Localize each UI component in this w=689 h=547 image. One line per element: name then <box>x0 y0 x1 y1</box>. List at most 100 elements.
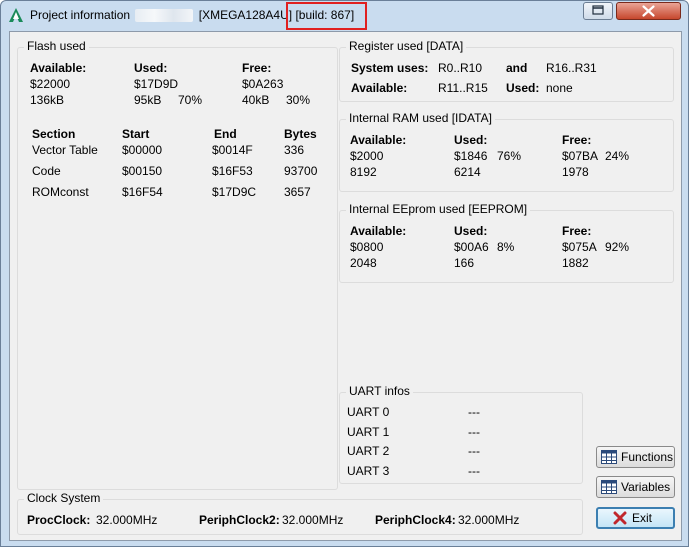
section-row-end: $16F53 <box>212 164 253 178</box>
system-uses-label: System uses: <box>351 61 429 75</box>
ram-available-hex: $2000 <box>350 149 384 163</box>
periph-clock4-value: 32.000MHz <box>458 513 520 527</box>
section-row-bytes: 336 <box>284 143 305 157</box>
functions-button[interactable]: Functions <box>596 446 675 468</box>
uart-infos-group: UART infos UART 0 --- UART 1 --- UART 2 … <box>339 384 583 484</box>
register-used-value: none <box>546 81 573 95</box>
section-row-start: $00000 <box>122 143 163 157</box>
ram-available-label: Available: <box>350 133 407 147</box>
proc-clock-label: ProcClock: <box>27 513 91 527</box>
flash-free-hex: $0A263 <box>242 77 284 91</box>
register-used-group: Register used [DATA] System uses: R0..R1… <box>339 39 674 102</box>
ram-free-hex: $07BA <box>562 149 599 163</box>
title-bar[interactable]: Project information [XMEGA128A4U] [build… <box>1 1 688 30</box>
uart-value: --- <box>468 425 480 439</box>
title-prefix: Project information <box>30 8 131 22</box>
section-row-end: $0014F <box>212 143 253 157</box>
periph-clock2-value: 32.000MHz <box>282 513 344 527</box>
flash-free-percent: 30% <box>286 93 311 107</box>
app-logo-icon <box>9 8 23 22</box>
ram-used-percent: 76% <box>497 149 522 163</box>
flash-used-kb: 95kB <box>134 93 162 107</box>
restore-icon <box>592 5 604 15</box>
flash-used-label: Used: <box>134 61 168 75</box>
eeprom-free-hex: $075A <box>562 240 597 254</box>
eeprom-available-label: Available: <box>350 224 407 238</box>
ram-available-dec: 8192 <box>350 165 377 179</box>
section-row-name: ROMconst <box>32 185 89 199</box>
section-header-section: Section <box>32 127 76 141</box>
clock-system-group: Clock System ProcClock: 32.000MHz Periph… <box>17 491 583 535</box>
eeprom-free-percent: 92% <box>605 240 630 254</box>
eeprom-used-hex: $00A6 <box>454 240 489 254</box>
section-header-bytes: Bytes <box>284 127 317 141</box>
ram-used-dec: 6214 <box>454 165 481 179</box>
uart-name: UART 0 <box>347 405 390 419</box>
uart-name: UART 3 <box>347 464 390 478</box>
system-uses-from: R0..R10 <box>438 61 483 75</box>
close-button[interactable] <box>616 2 681 20</box>
internal-ram-title: Internal RAM used [IDATA] <box>346 111 495 125</box>
section-header-start: Start <box>122 127 150 141</box>
register-used-title: Register used [DATA] <box>346 39 467 53</box>
build-highlight-box <box>286 2 367 30</box>
periph-clock4-label: PeriphClock4: <box>375 513 456 527</box>
variables-button[interactable]: Variables <box>596 476 675 498</box>
title-device: [XMEGA128A4U] <box>198 8 293 22</box>
uart-value: --- <box>468 405 480 419</box>
flash-used-percent: 70% <box>178 93 203 107</box>
and-label: and <box>506 61 528 75</box>
flash-free-label: Free: <box>242 61 272 75</box>
internal-eeprom-title: Internal EEprom used [EEPROM] <box>346 202 531 216</box>
eeprom-used-label: Used: <box>454 224 488 238</box>
flash-available-label: Available: <box>30 61 87 75</box>
eeprom-used-percent: 8% <box>497 240 515 254</box>
eeprom-free-dec: 1882 <box>562 256 589 270</box>
ram-used-hex: $1846 <box>454 149 488 163</box>
flash-used-group: Flash used Available: Used: Free: $22000… <box>17 39 338 490</box>
internal-ram-group: Internal RAM used [IDATA] Available: Use… <box>339 111 674 192</box>
exit-button[interactable]: Exit <box>596 507 675 529</box>
uart-infos-title: UART infos <box>346 384 413 398</box>
eeprom-available-dec: 2048 <box>350 256 377 270</box>
flash-used-title: Flash used <box>24 39 89 53</box>
section-row-start: $16F54 <box>122 185 163 199</box>
ram-free-label: Free: <box>562 133 592 147</box>
client-area: Flash used Available: Used: Free: $22000… <box>9 31 682 541</box>
eeprom-free-label: Free: <box>562 224 592 238</box>
section-row-bytes: 93700 <box>284 164 318 178</box>
close-icon <box>642 5 655 17</box>
ram-used-label: Used: <box>454 133 488 147</box>
flash-available-hex: $22000 <box>30 77 71 91</box>
section-row-start: $00150 <box>122 164 163 178</box>
section-header-end: End <box>214 127 237 141</box>
functions-button-label: Functions <box>621 450 674 464</box>
eeprom-used-dec: 166 <box>454 256 475 270</box>
uart-value: --- <box>468 464 480 478</box>
system-uses-to: R16..R31 <box>546 61 597 75</box>
section-row-name: Code <box>32 164 61 178</box>
uart-value: --- <box>468 444 480 458</box>
section-row-name: Vector Table <box>32 143 98 157</box>
eeprom-available-hex: $0800 <box>350 240 384 254</box>
periph-clock2-label: PeriphClock2: <box>199 513 280 527</box>
table-grid-icon <box>601 480 617 494</box>
restore-button[interactable] <box>583 2 613 20</box>
uart-name: UART 2 <box>347 444 390 458</box>
exit-x-icon <box>613 511 627 525</box>
flash-used-hex: $17D9D <box>134 77 179 91</box>
register-available-value: R11..R15 <box>438 81 488 95</box>
register-available-label: Available: <box>351 81 408 95</box>
flash-free-kb: 40kB <box>242 93 270 107</box>
clock-system-title: Clock System <box>24 491 104 505</box>
title-redacted <box>135 9 194 23</box>
variables-button-label: Variables <box>621 480 671 494</box>
internal-eeprom-group: Internal EEprom used [EEPROM] Available:… <box>339 202 674 283</box>
ram-free-percent: 24% <box>605 149 630 163</box>
flash-available-kb: 136kB <box>30 93 65 107</box>
table-grid-icon <box>601 450 617 464</box>
uart-name: UART 1 <box>347 425 390 439</box>
register-used-label: Used: <box>506 81 540 95</box>
proc-clock-value: 32.000MHz <box>96 513 158 527</box>
section-row-bytes: 3657 <box>284 185 311 199</box>
